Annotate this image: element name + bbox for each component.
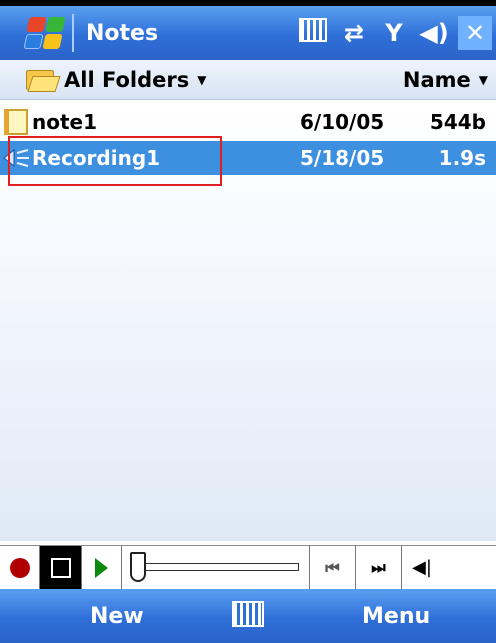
next-icon: ⏭ <box>371 557 386 577</box>
playback-position-slider[interactable] <box>122 545 310 590</box>
title-separator <box>72 14 74 52</box>
file-size: 544b <box>429 110 486 134</box>
volume-button[interactable]: ◀| <box>402 546 442 590</box>
close-icon: ✕ <box>464 19 486 47</box>
sort-dropdown[interactable]: Name ▼ <box>403 68 488 92</box>
softkey-bar: New Menu <box>0 589 496 643</box>
chevron-down-icon: ▼ <box>197 72 207 87</box>
folder-label: All Folders <box>64 67 190 92</box>
volume-icon[interactable]: ◀) <box>414 19 454 47</box>
chevron-down-icon: ▼ <box>478 72 488 87</box>
next-button[interactable]: ⏭ <box>356 545 402 590</box>
connectivity-icon[interactable]: ⇄ <box>334 19 374 47</box>
menu-softkey[interactable]: Menu <box>362 604 430 629</box>
folder-sort-bar: All Folders ▼ Name ▼ <box>0 60 496 100</box>
previous-icon: ⏮ <box>325 557 340 577</box>
file-date: 6/10/05 <box>300 110 385 134</box>
playback-toolbar: ⏮ ⏭ ◀| <box>0 545 496 590</box>
input-panel-icon[interactable] <box>292 18 334 48</box>
stop-button[interactable] <box>40 545 82 590</box>
windows-start-icon[interactable] <box>22 13 66 53</box>
sort-label: Name <box>402 67 471 92</box>
volume-icon: ◀| <box>412 557 432 578</box>
slider-thumb[interactable] <box>130 551 146 582</box>
slider-track <box>134 562 299 571</box>
status-icons: ⇄ Y ◀) ✕ <box>292 6 496 60</box>
new-softkey[interactable]: New <box>90 604 144 629</box>
file-row-note1[interactable]: note1 6/10/05 544b <box>0 105 496 139</box>
file-size: 1.9s <box>438 146 486 170</box>
file-name: note1 <box>32 110 98 134</box>
play-icon <box>95 557 108 578</box>
close-button[interactable]: ✕ <box>458 16 492 50</box>
folder-icon <box>26 68 61 92</box>
play-button[interactable] <box>82 545 122 590</box>
signal-icon[interactable]: Y <box>374 19 414 47</box>
previous-button[interactable]: ⏮ <box>310 545 356 590</box>
stop-icon <box>50 557 71 578</box>
keyboard-icon[interactable] <box>232 601 264 627</box>
record-button[interactable] <box>0 545 40 590</box>
note-icon <box>4 109 28 135</box>
record-icon <box>9 557 30 578</box>
app-title: Notes <box>86 20 159 46</box>
title-bar: Notes ⇄ Y ◀) ✕ <box>0 6 496 60</box>
selection-highlight-outline <box>8 136 222 186</box>
file-date: 5/18/05 <box>300 146 385 170</box>
folder-dropdown[interactable]: All Folders ▼ <box>26 67 207 92</box>
